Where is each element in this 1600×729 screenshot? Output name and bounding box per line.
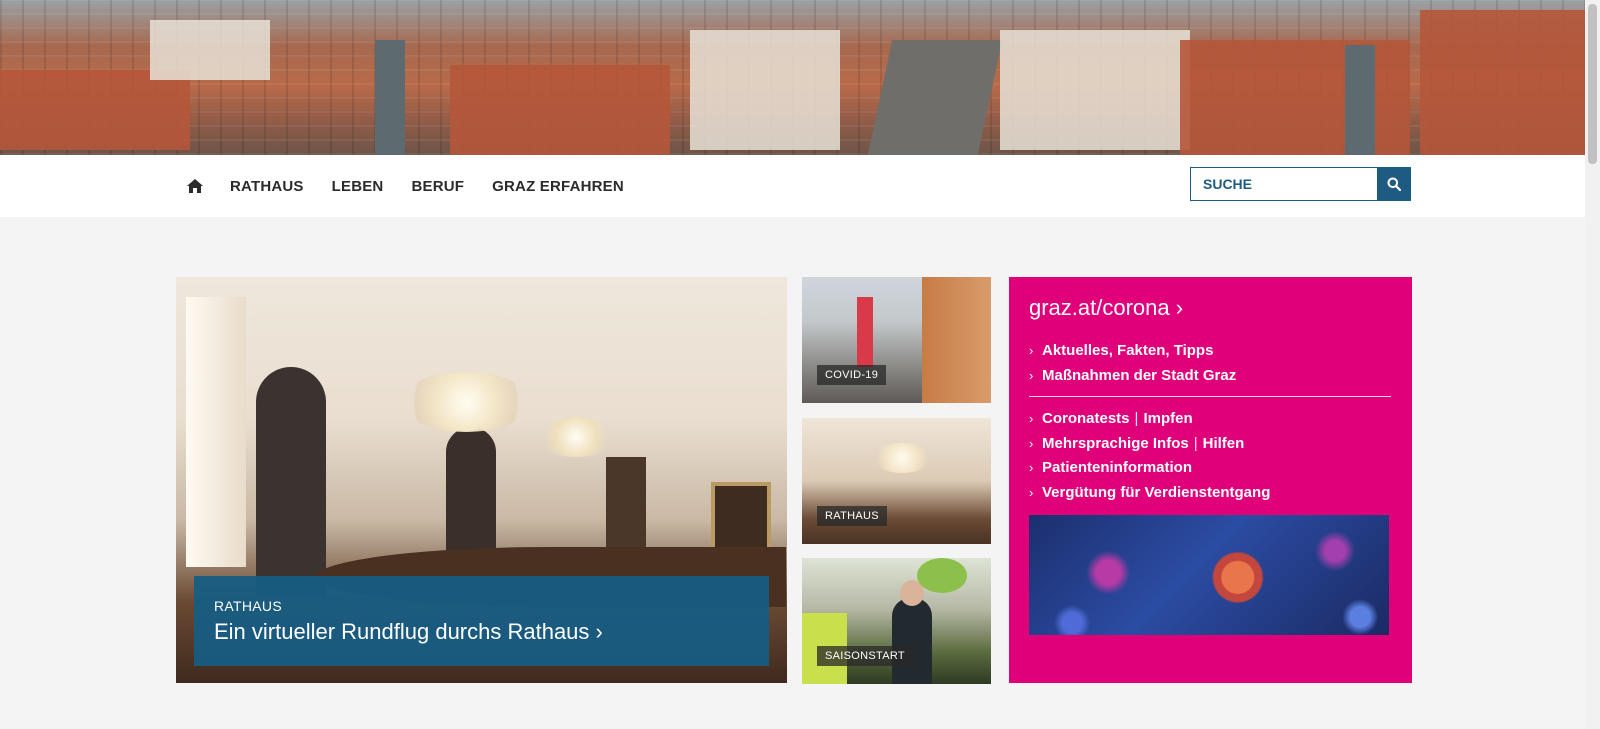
thumb-label: RATHAUS (817, 506, 887, 526)
chevron-right-icon: › (1029, 367, 1034, 383)
list-item: › Maßnahmen der Stadt Graz (1029, 364, 1392, 389)
nav-item-leben[interactable]: LEBEN (332, 178, 384, 195)
search-icon (1387, 177, 1401, 191)
home-icon[interactable] (186, 178, 204, 194)
separator: | (1193, 434, 1198, 452)
hero-caption[interactable]: RATHAUS Ein virtueller Rundflug durchs R… (194, 576, 769, 666)
corona-links-top: › Aktuelles, Fakten, Tipps › Maßnahmen d… (1029, 339, 1392, 388)
main-navbar: RATHAUS LEBEN BERUF GRAZ ERFAHREN (0, 155, 1585, 217)
hero-image (186, 297, 246, 567)
chevron-right-icon: › (1029, 435, 1034, 451)
thumb-tile-saisonstart[interactable]: SAISONSTART (802, 558, 991, 684)
hero-tile-rathaus[interactable]: RATHAUS Ein virtueller Rundflug durchs R… (176, 277, 787, 683)
hero-title[interactable]: Ein virtueller Rundflug durchs Rathaus › (214, 619, 749, 645)
list-item: › Coronatests | Impfen (1029, 407, 1392, 432)
hero-kicker: RATHAUS (214, 598, 282, 614)
coronavirus-image[interactable] (1029, 515, 1389, 635)
corona-panel: graz.at/corona › › Aktuelles, Fakten, Ti… (1009, 277, 1412, 683)
corona-link-coronatests[interactable]: Coronatests (1042, 407, 1130, 432)
list-item: › Vergütung für Verdienstentgang (1029, 481, 1392, 506)
thumb-tile-rathaus[interactable]: RATHAUS (802, 418, 991, 544)
corona-link-patienteninformation[interactable]: Patienteninformation (1042, 456, 1192, 481)
header-banner-image (0, 0, 1585, 155)
nav-item-graz-erfahren[interactable]: GRAZ ERFAHREN (492, 178, 624, 195)
thumb-label: COVID-19 (817, 365, 887, 385)
list-item: › Mehrsprachige Infos | Hilfen (1029, 432, 1392, 457)
corona-link-hilfen[interactable]: Hilfen (1203, 432, 1245, 457)
corona-links-bottom: › Coronatests | Impfen › Mehrsprachige I… (1029, 407, 1392, 505)
corona-title-link[interactable]: graz.at/corona › (1029, 295, 1392, 321)
chevron-right-icon: › (1029, 484, 1034, 500)
chevron-right-icon: › (1029, 460, 1034, 475)
chevron-right-icon: › (1029, 411, 1034, 426)
corona-link-aktuelles[interactable]: Aktuelles, Fakten, Tipps (1042, 339, 1213, 364)
nav-item-beruf[interactable]: BERUF (411, 178, 464, 195)
corona-link-verguetung[interactable]: Vergütung für Verdienstentgang (1042, 481, 1270, 506)
search-form (1190, 167, 1411, 201)
list-item: › Patienteninformation (1029, 456, 1392, 481)
corona-link-impfen[interactable]: Impfen (1143, 407, 1192, 432)
divider (1029, 396, 1391, 397)
thumb-label: SAISONSTART (817, 646, 913, 666)
search-button[interactable] (1377, 167, 1411, 201)
scrollbar-thumb[interactable] (1588, 4, 1597, 164)
thumb-tile-covid[interactable]: COVID-19 (802, 277, 991, 403)
main-nav: RATHAUS LEBEN BERUF GRAZ ERFAHREN (176, 155, 652, 217)
search-input[interactable] (1190, 167, 1377, 201)
list-item: › Aktuelles, Fakten, Tipps (1029, 339, 1392, 364)
page-scrollbar[interactable] (1585, 0, 1600, 729)
corona-link-mehrsprachige-infos[interactable]: Mehrsprachige Infos (1042, 432, 1189, 457)
corona-link-massnahmen[interactable]: Maßnahmen der Stadt Graz (1042, 364, 1236, 389)
nav-item-rathaus[interactable]: RATHAUS (230, 178, 304, 195)
chevron-right-icon: › (1029, 343, 1034, 358)
separator: | (1134, 410, 1139, 427)
